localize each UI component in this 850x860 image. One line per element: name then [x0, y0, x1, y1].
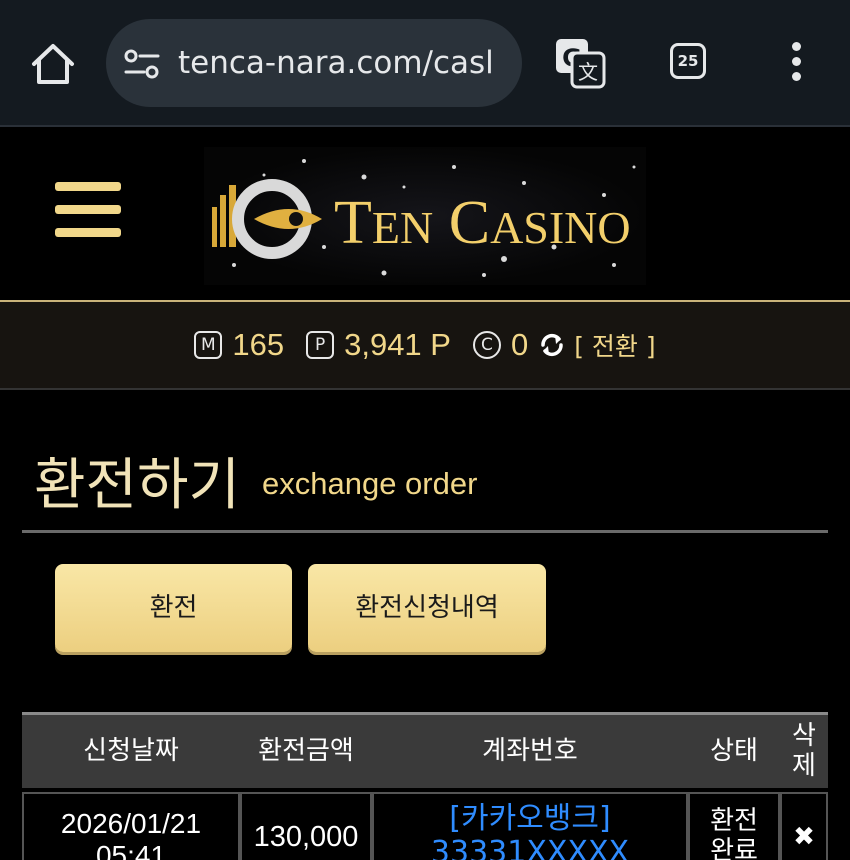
browser-menu-icon[interactable]: [784, 42, 808, 86]
site-logo[interactable]: TEN CASINO: [204, 147, 646, 285]
cell-account: [카카오뱅크] 33331XXXXX: [372, 792, 688, 860]
delete-icon[interactable]: ✖: [780, 792, 828, 860]
site-header: TEN CASINO: [0, 127, 850, 300]
logo-graphic: TEN CASINO: [212, 159, 636, 277]
coin-badge-icon: C: [472, 331, 501, 359]
point-badge-icon: P: [306, 331, 335, 359]
tab-switcher-button[interactable]: 25: [670, 43, 706, 79]
url-text[interactable]: tenca-nara.com/casl: [178, 41, 516, 85]
page-subtitle: exchange order: [262, 466, 478, 501]
cell-date-time: 05:41: [95, 840, 167, 860]
cell-status-line1: 환전: [710, 806, 758, 836]
cell-status-line2: 완료: [710, 836, 758, 860]
cell-date: 2026/01/21 05:41: [22, 792, 240, 860]
exchange-history-button[interactable]: 환전신청내역: [308, 564, 546, 652]
address-bar[interactable]: tenca-nara.com/casl: [106, 19, 522, 107]
cell-date-day: 2026/01/21: [60, 808, 202, 839]
cell-account-number: 33331XXXXX: [430, 835, 630, 860]
exchange-table: 신청날짜 환전금액 계좌번호 상태 삭 제 2026/01/21 05:41 1…: [22, 712, 828, 860]
points-divider: [0, 388, 850, 390]
exchange-button[interactable]: 환전: [55, 564, 292, 652]
hamburger-menu-icon[interactable]: [55, 182, 121, 240]
svg-text:文: 文: [578, 60, 598, 84]
refresh-icon[interactable]: [538, 331, 566, 359]
point-value: 3,941 P: [344, 327, 451, 362]
header-request-date: 신청날짜: [83, 736, 179, 766]
money-value: 165: [232, 327, 285, 362]
header-amount: 환전금액: [258, 736, 354, 766]
header-status: 상태: [710, 736, 758, 766]
cell-amount: 130,000: [240, 792, 372, 860]
cell-bank-name: [카카오뱅크]: [449, 801, 611, 836]
home-icon[interactable]: [30, 42, 76, 86]
money-badge-icon: M: [194, 331, 223, 359]
site-settings-icon[interactable]: [124, 49, 160, 79]
coin-value: 0: [510, 327, 529, 362]
header-delete: 삭 제: [792, 721, 816, 781]
title-divider: [22, 530, 828, 533]
convert-link[interactable]: [ 전환 ]: [574, 327, 655, 363]
translate-icon[interactable]: G 文: [554, 37, 606, 89]
cell-status: 환전 완료: [688, 792, 780, 860]
table-row: 2026/01/21 05:41 130,000 [카카오뱅크] 33331XX…: [22, 788, 828, 860]
page-title: 환전하기: [34, 453, 241, 518]
header-account: 계좌번호: [482, 736, 578, 766]
points-bar: M 165 P 3,941 P C 0 [ 전환 ]: [0, 302, 850, 388]
table-header-row: 신청날짜 환전금액 계좌번호 상태 삭 제: [22, 712, 828, 788]
browser-toolbar: tenca-nara.com/casl G 文 25: [0, 0, 850, 127]
logo-text: TEN CASINO: [334, 189, 631, 257]
